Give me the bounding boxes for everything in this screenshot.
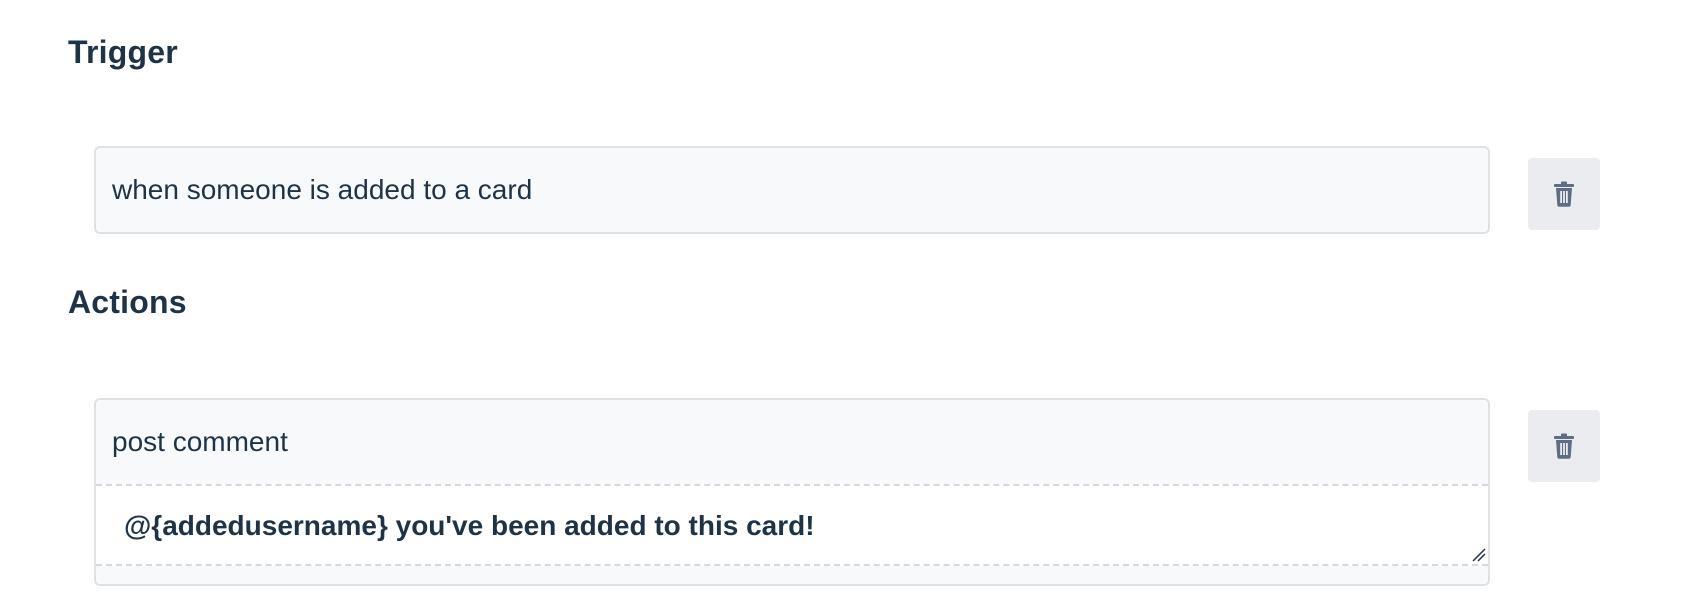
trigger-card[interactable]: when someone is added to a card	[94, 146, 1490, 234]
comment-textarea[interactable]: @{addedusername} you've been added to th…	[96, 484, 1488, 566]
trash-icon	[1554, 181, 1574, 207]
action-type-text: post comment	[112, 426, 288, 457]
action-card[interactable]: post comment @{addedusername} you've bee…	[94, 398, 1490, 586]
delete-action-button[interactable]	[1528, 410, 1600, 482]
trigger-heading: Trigger	[68, 34, 178, 70]
actions-heading: Actions	[68, 284, 187, 320]
delete-trigger-button[interactable]	[1528, 158, 1600, 230]
trash-icon	[1554, 433, 1574, 459]
trigger-text: when someone is added to a card	[112, 174, 533, 205]
comment-text: @{addedusername} you've been added to th…	[124, 510, 815, 541]
rule-editor: Trigger when someone is added to a card …	[0, 0, 1690, 598]
resize-handle-icon[interactable]	[1470, 546, 1486, 562]
